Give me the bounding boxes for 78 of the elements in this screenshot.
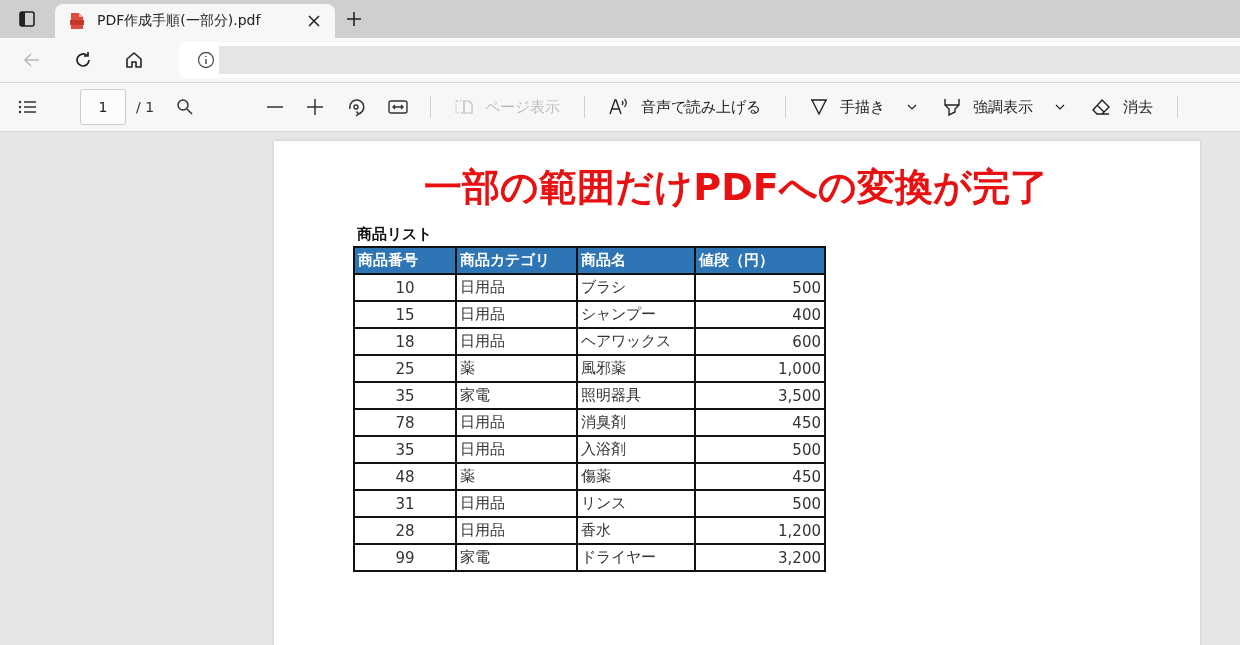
table-cell: 78: [354, 409, 456, 436]
table-cell: 3,500: [695, 382, 825, 409]
pdf-file-icon: [69, 12, 85, 30]
table-cell: 家電: [456, 544, 577, 571]
page-view-icon: [455, 98, 474, 116]
table-cell: 25: [354, 355, 456, 382]
new-tab-icon[interactable]: [345, 10, 363, 28]
table-cell: 傷薬: [577, 463, 695, 490]
table-cell: 香水: [577, 517, 695, 544]
table-cell: ヘアワックス: [577, 328, 695, 355]
table-cell: ドライヤー: [577, 544, 695, 571]
table-cell: 3,200: [695, 544, 825, 571]
table-cell: 500: [695, 274, 825, 301]
table-cell: 日用品: [456, 436, 577, 463]
table-cell: 日用品: [456, 517, 577, 544]
refresh-icon[interactable]: [73, 50, 93, 70]
table-cell: 1,000: [695, 355, 825, 382]
table-cell: 日用品: [456, 328, 577, 355]
table-cell: 日用品: [456, 274, 577, 301]
zoom-in-icon[interactable]: [306, 98, 325, 116]
highlighter-icon: [943, 98, 962, 116]
chevron-down-icon: [907, 104, 918, 110]
table-cell: 450: [695, 463, 825, 490]
table-cell: 15: [354, 301, 456, 328]
table-cell: 35: [354, 436, 456, 463]
address-field[interactable]: [179, 42, 1240, 78]
contents-list-icon[interactable]: [18, 99, 38, 115]
info-icon[interactable]: [197, 51, 215, 69]
table-cell: 照明器具: [577, 382, 695, 409]
toolbar-button[interactable]: 音声で読み上げる: [607, 93, 764, 121]
table-cell: シャンプー: [577, 301, 695, 328]
table-cell: 家電: [456, 382, 577, 409]
toolbar-button[interactable]: 消去: [1089, 93, 1156, 121]
column-header: 値段（円）: [695, 247, 825, 274]
table-cell: 入浴剤: [577, 436, 695, 463]
close-icon[interactable]: [307, 14, 321, 28]
table-cell: 日用品: [456, 490, 577, 517]
read-aloud-icon: [609, 98, 630, 116]
fit-width-icon[interactable]: [388, 99, 409, 115]
table-cell: 薬: [456, 463, 577, 490]
table-cell: 500: [695, 490, 825, 517]
search-icon[interactable]: [176, 98, 195, 116]
document-heading: 一部の範囲だけPDFへの変換が完了: [423, 164, 1049, 211]
table-cell: 400: [695, 301, 825, 328]
column-header: 商品カテゴリ: [456, 247, 577, 274]
table-cell: 450: [695, 409, 825, 436]
table-cell: 600: [695, 328, 825, 355]
table-cell: 31: [354, 490, 456, 517]
toolbar-button[interactable]: 手描き: [808, 93, 920, 121]
browser-tab[interactable]: PDF作成手順(一部分).pdf: [55, 4, 335, 38]
table-cell: 日用品: [456, 301, 577, 328]
table-cell: 18: [354, 328, 456, 355]
eraser-icon: [1091, 98, 1112, 116]
table-cell: 28: [354, 517, 456, 544]
table-cell: 薬: [456, 355, 577, 382]
column-header: 商品番号: [354, 247, 456, 274]
table-title: 商品リスト: [357, 225, 433, 244]
chevron-down-icon: [1055, 104, 1066, 110]
table-cell: 35: [354, 382, 456, 409]
toolbar-button[interactable]: 強調表示: [941, 93, 1068, 121]
rotate-icon[interactable]: [346, 97, 367, 117]
pen-icon: [810, 98, 829, 116]
table-cell: 消臭剤: [577, 409, 695, 436]
page-count: / 1: [136, 99, 155, 115]
table-cell: 500: [695, 436, 825, 463]
table-cell: ブラシ: [577, 274, 695, 301]
table-cell: 1,200: [695, 517, 825, 544]
tab-title: PDF作成手順(一部分).pdf: [97, 12, 262, 30]
page-number-field[interactable]: 1: [80, 89, 126, 125]
table-cell: 風邪薬: [577, 355, 695, 382]
table-cell: 99: [354, 544, 456, 571]
column-header: 商品名: [577, 247, 695, 274]
tab-actions-icon[interactable]: [18, 10, 36, 28]
home-icon[interactable]: [124, 50, 144, 70]
table-cell: 48: [354, 463, 456, 490]
table-cell: 日用品: [456, 409, 577, 436]
table-cell: リンス: [577, 490, 695, 517]
table-cell: 10: [354, 274, 456, 301]
